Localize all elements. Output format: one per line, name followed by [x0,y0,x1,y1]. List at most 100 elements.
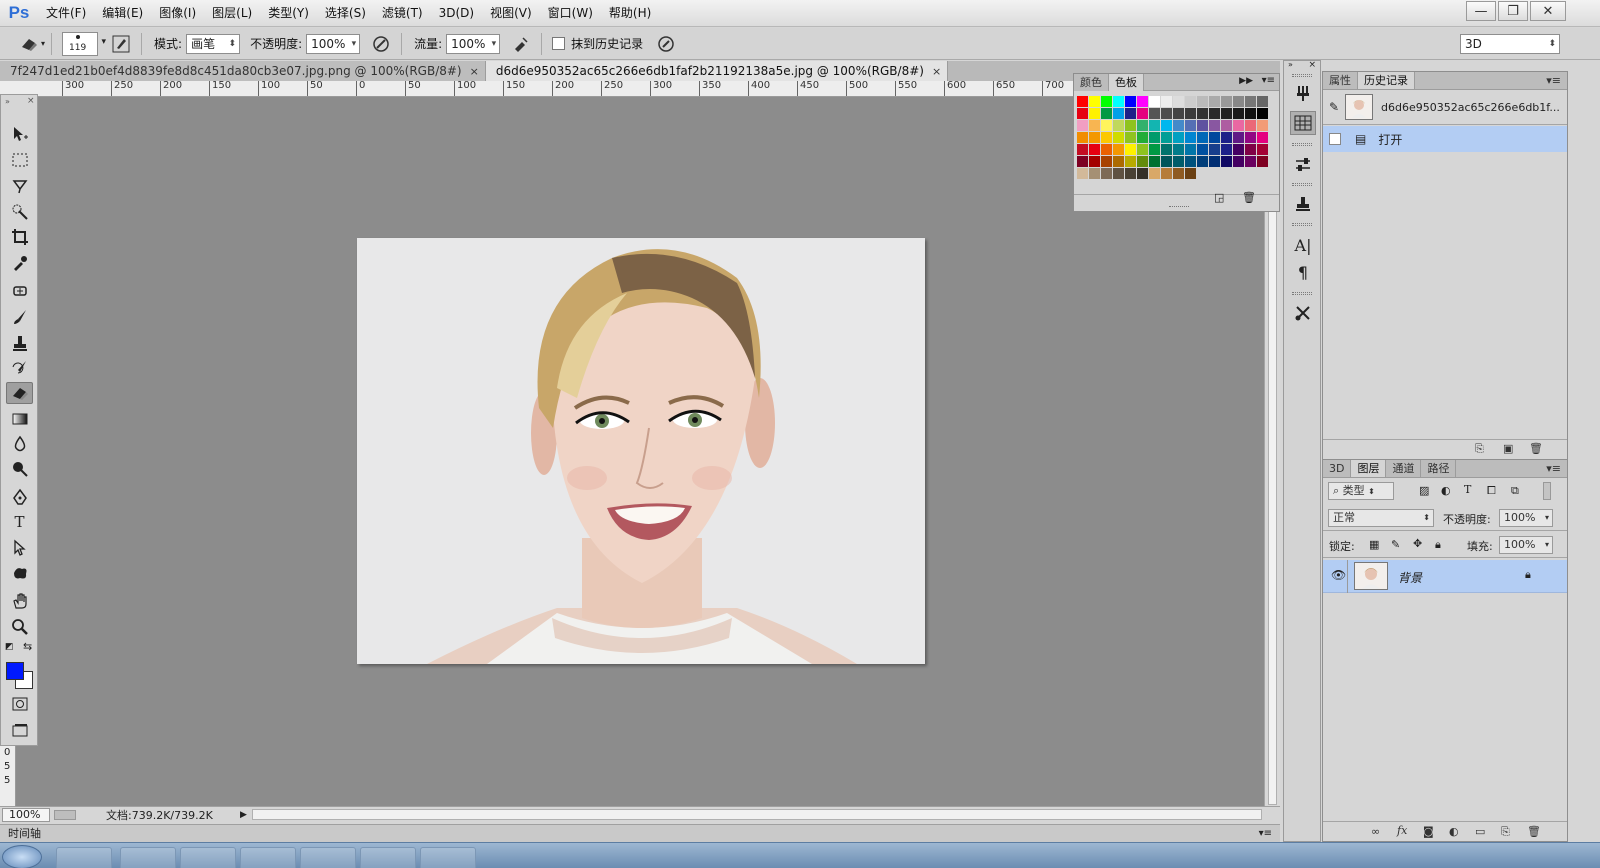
layer-filter-select[interactable]: ⌕ 类型 ⬍ [1328,482,1394,500]
color-swatch[interactable] [1089,144,1100,155]
lock-pixels-icon[interactable]: ✎ [1391,538,1400,551]
default-colors-icon[interactable]: ◩ [5,642,14,652]
status-menu-arrow[interactable]: ▶ [240,810,247,820]
color-swatch[interactable] [1137,132,1148,143]
timeline-panel[interactable]: 时间轴 ▾≡ [0,824,1280,842]
history-state-open[interactable]: ▤ 打开 [1323,126,1567,152]
color-swatch[interactable] [1137,108,1148,119]
quick-selection-tool-icon[interactable] [6,201,33,223]
panel-menu-icon[interactable]: ▾≡ [1546,74,1561,87]
foreground-color-swatch[interactable] [6,662,24,680]
menu-select[interactable]: 选择(S) [317,0,374,27]
document-canvas[interactable] [357,238,925,664]
filter-adjustment-icon[interactable]: ◐ [1441,484,1451,497]
color-swatch[interactable] [1125,132,1136,143]
color-swatch[interactable] [1173,156,1184,167]
color-swatch[interactable] [1221,108,1232,119]
type-tool-icon[interactable]: T [6,511,33,533]
mask-icon[interactable]: ◙ [1423,825,1434,838]
pen-tool-icon[interactable] [6,486,33,508]
color-swatch[interactable] [1257,156,1268,167]
trash-icon[interactable]: 🗑 [1527,825,1541,838]
erase-history-checkbox[interactable] [552,37,566,50]
color-swatch[interactable] [1149,132,1160,143]
screen-mode-icon[interactable] [6,719,33,741]
color-swatch[interactable] [1161,120,1172,131]
menu-file[interactable]: 文件(F) [38,0,94,27]
color-swatch[interactable] [1101,108,1112,119]
menu-window[interactable]: 窗口(W) [540,0,601,27]
color-swatch[interactable] [1185,96,1196,107]
tool-presets-icon[interactable] [1290,301,1316,325]
brush-tool-icon[interactable] [6,306,33,328]
panel-grip[interactable] [1292,292,1312,295]
swap-colors-icon[interactable]: ⇆ [23,640,32,653]
color-swatch[interactable] [1257,108,1268,119]
panel-grip[interactable] [1292,223,1312,226]
filter-type-icon[interactable]: T [1464,483,1471,496]
taskbar-item[interactable] [240,847,296,868]
color-swatch[interactable] [1113,120,1124,131]
panel-grip[interactable] [1292,183,1312,186]
color-swatch[interactable] [1149,108,1160,119]
color-swatch[interactable] [1077,156,1088,167]
layer-opacity-input[interactable]: 100% ▾ [1499,509,1553,527]
adjustment-icon[interactable]: ◐ [1449,825,1459,838]
color-swatch[interactable] [1113,108,1124,119]
eraser-preset-icon[interactable] [18,33,40,55]
color-swatch[interactable] [1173,144,1184,155]
color-swatch[interactable] [1197,108,1208,119]
custom-shape-tool-icon[interactable] [6,562,33,584]
lock-transparent-icon[interactable]: ▦ [1369,538,1379,551]
opacity-input[interactable]: 100% ▾ [306,33,361,54]
color-swatch[interactable] [1113,156,1124,167]
tab-layers[interactable]: 图层 [1351,460,1387,477]
color-swatch[interactable] [1161,144,1172,155]
menu-edit[interactable]: 编辑(E) [94,0,151,27]
color-swatch[interactable] [1209,120,1220,131]
expand-icon[interactable]: ▶▶ [1239,76,1253,86]
move-tool-icon[interactable] [6,123,33,145]
lasso-tool-icon[interactable] [6,175,33,197]
color-swatch[interactable] [1209,156,1220,167]
healing-brush-tool-icon[interactable] [6,280,33,302]
color-swatch[interactable] [1089,108,1100,119]
collapse-icon[interactable]: » [5,97,10,106]
color-swatch[interactable] [1161,156,1172,167]
color-swatch[interactable] [1113,96,1124,107]
color-swatch[interactable] [1221,144,1232,155]
color-swatch[interactable] [1101,168,1112,179]
color-swatch[interactable] [1233,132,1244,143]
brush-presets-icon[interactable] [1290,81,1316,105]
flow-input[interactable]: 100% ▾ [446,33,501,54]
color-swatch[interactable] [1221,156,1232,167]
new-layer-icon[interactable]: ⎘ [1501,825,1510,839]
color-swatch[interactable] [1089,120,1100,131]
color-swatch[interactable] [1137,96,1148,107]
color-swatch[interactable] [1161,168,1172,179]
path-selection-tool-icon[interactable] [6,537,33,559]
color-swatch[interactable] [1209,132,1220,143]
color-swatch[interactable] [1101,96,1112,107]
zoom-field[interactable]: 100% [2,807,50,822]
color-swatch[interactable] [1161,108,1172,119]
dodge-tool-icon[interactable] [6,458,33,480]
resize-grip[interactable] [1169,206,1189,209]
color-swatch[interactable] [1245,144,1256,155]
color-swatch[interactable] [1257,120,1268,131]
close-icon[interactable]: × [1308,60,1316,70]
adjustments-icon[interactable] [1290,153,1316,177]
close-icon[interactable]: × [27,96,35,106]
color-swatch[interactable] [1245,132,1256,143]
restore-button[interactable]: ❐ [1498,1,1528,21]
taskbar-item[interactable] [120,847,176,868]
brush-panel-toggle-icon[interactable] [110,33,132,55]
color-swatch[interactable] [1233,120,1244,131]
color-swatch[interactable] [1089,132,1100,143]
color-swatch[interactable] [1257,144,1268,155]
color-swatch[interactable] [1197,156,1208,167]
color-swatch[interactable] [1113,132,1124,143]
menu-help[interactable]: 帮助(H) [601,0,659,27]
color-swatch[interactable] [1221,132,1232,143]
paragraph-panel-icon[interactable]: ¶ [1290,260,1316,284]
